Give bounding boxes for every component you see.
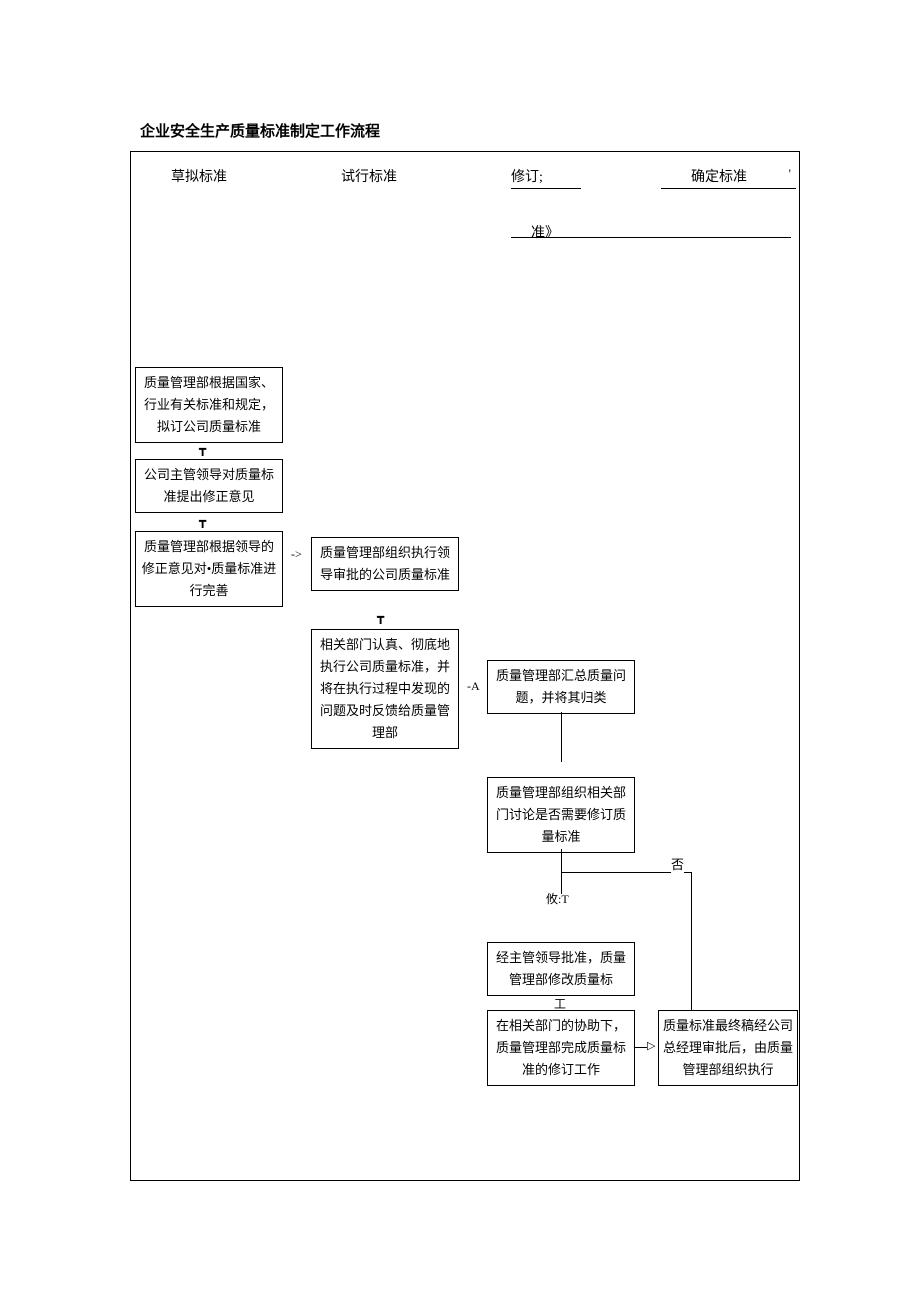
col3-box3: 经主管领导批准，质量管理部修改质量标	[487, 942, 635, 996]
you-t: 攸:T	[546, 890, 569, 907]
diagram-frame: 草拟标准 试行标准 修订; 确定标准 ' 准》 质量管理部根据国家、行业有关标准…	[130, 151, 800, 1181]
col1-box1: 质量管理部根据国家、行业有关标准和规定，拟订公司质量标准	[135, 367, 283, 443]
col2-box1: 质量管理部组织执行领导审批的公司质量标准	[311, 537, 459, 591]
col3-box1: 质量管理部汇总质量问题，并将其归类	[487, 660, 635, 714]
col1-conn2: ┳	[199, 514, 206, 529]
col4-box1: 质量标准最终稿经公司总经理审批后，由质量管理部组织执行	[658, 1010, 798, 1086]
column-header-3: 修订;	[511, 166, 543, 186]
arrow-1-to-2: ->	[291, 547, 302, 562]
col2-conn1: ┳	[377, 610, 384, 625]
col2-box2: 相关部门认真、彻底地执行公司质量标准，并将在执行过程中发现的问题及时反馈给质量管…	[311, 629, 459, 749]
column-header-2: 试行标准	[341, 166, 397, 186]
zhun-underline	[511, 237, 791, 238]
page-container: 企业安全生产质量标准制定工作流程 草拟标准 试行标准 修订; 确定标准 ' 准》…	[130, 120, 800, 1181]
col1-box3: 质量管理部根据领导的修正意见对•质量标准进行完善	[135, 531, 283, 607]
col3-box4: 在相关部门的协助下，质量管理部完成质量标准的修订工作	[487, 1010, 635, 1086]
header-underline-1	[511, 188, 581, 189]
header-underline-2	[661, 188, 796, 189]
col1-conn1: ┳	[199, 442, 206, 457]
label-no: 否	[671, 854, 684, 873]
col1-box2: 公司主管领导对质量标准提出修正意见	[135, 459, 283, 513]
col3-line1	[561, 712, 562, 762]
arrow-3-to-4-head: ▷	[647, 1041, 655, 1052]
column-header-4: 确定标准	[691, 166, 747, 186]
col3-box2: 质量管理部组织相关部门讨论是否需要修订质量标准	[487, 777, 635, 853]
arrow-3-to-4-line	[635, 1047, 647, 1048]
tick-mark: '	[789, 166, 791, 182]
zhun-fragment: 准》	[531, 222, 559, 242]
arrow-2-to-3: -A	[467, 679, 480, 694]
diagram-title: 企业安全生产质量标准制定工作流程	[130, 120, 800, 141]
column-header-1: 草拟标准	[171, 166, 227, 186]
